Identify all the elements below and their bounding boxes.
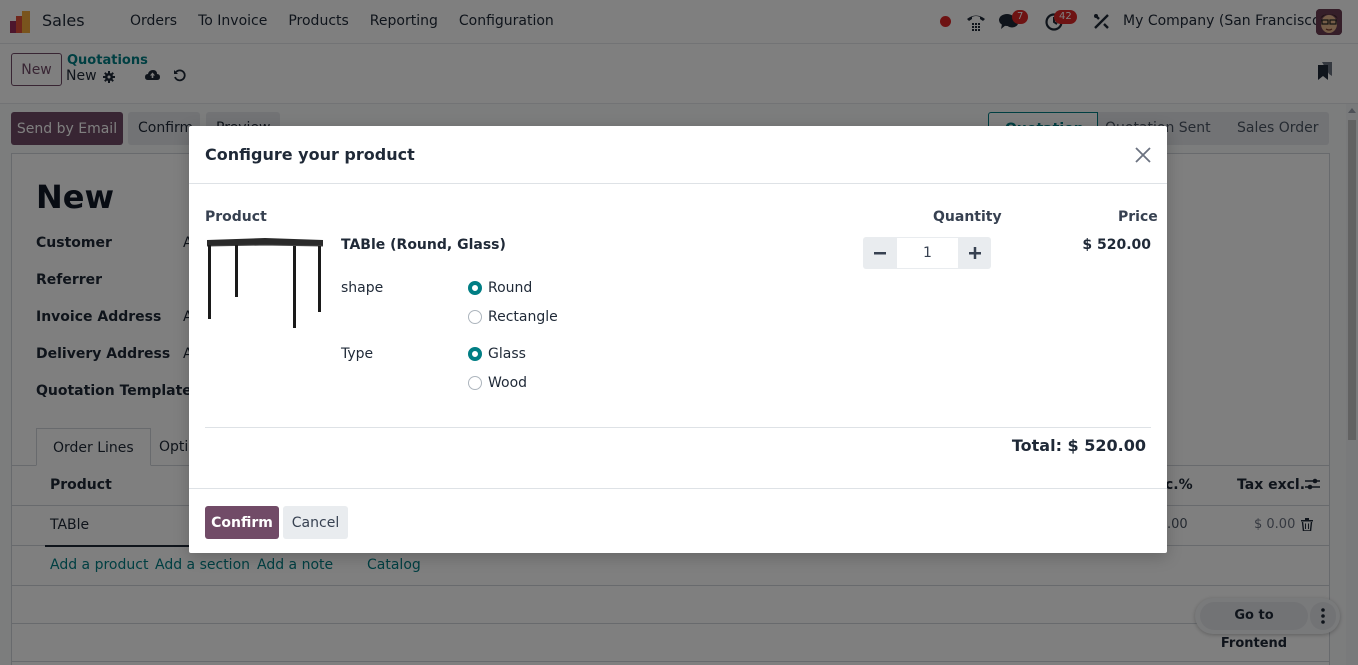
increase-quantity-button[interactable]: [958, 237, 991, 269]
radio-checked-icon[interactable]: [468, 281, 482, 295]
dialog-title: Configure your product: [205, 145, 415, 164]
quantity-input[interactable]: [897, 238, 958, 268]
option-label: Wood: [488, 375, 528, 391]
product-column-header: Product: [205, 209, 267, 225]
minus-icon: [873, 252, 886, 255]
radio-unchecked-icon[interactable]: [468, 376, 482, 390]
radio-unchecked-icon[interactable]: [468, 310, 482, 324]
type-option-wood[interactable]: Wood: [468, 375, 527, 391]
quantity-stepper: [863, 237, 991, 269]
attribute-shape-label: shape: [341, 280, 384, 296]
close-icon[interactable]: [1133, 145, 1153, 165]
dialog-confirm-button[interactable]: Confirm: [205, 506, 279, 539]
option-label: Rectangle: [488, 309, 558, 325]
decrease-quantity-button[interactable]: [863, 237, 896, 269]
shape-option-rectangle[interactable]: Rectangle: [468, 309, 558, 325]
option-label: Round: [488, 280, 533, 296]
configure-product-dialog: Configure your product Product Quantity …: [189, 126, 1167, 553]
total-divider: [205, 427, 1151, 428]
dialog-cancel-button[interactable]: Cancel: [283, 506, 348, 539]
dialog-footer: Confirm Cancel: [189, 488, 1167, 553]
radio-checked-icon[interactable]: [468, 347, 482, 361]
product-price: $ 520.00: [1082, 237, 1151, 253]
product-image: [206, 238, 324, 328]
price-column-header: Price: [1118, 209, 1158, 225]
type-option-glass[interactable]: Glass: [468, 346, 526, 362]
attribute-type-label: Type: [341, 346, 374, 362]
total-price: Total: $ 520.00: [1011, 436, 1146, 455]
dialog-header: Configure your product: [189, 126, 1167, 184]
configured-product-name: TABle (Round, Glass): [341, 237, 506, 253]
quantity-column-header: Quantity: [933, 209, 1002, 225]
shape-option-round[interactable]: Round: [468, 280, 532, 296]
plus-icon: [968, 247, 981, 259]
option-label: Glass: [488, 346, 526, 362]
